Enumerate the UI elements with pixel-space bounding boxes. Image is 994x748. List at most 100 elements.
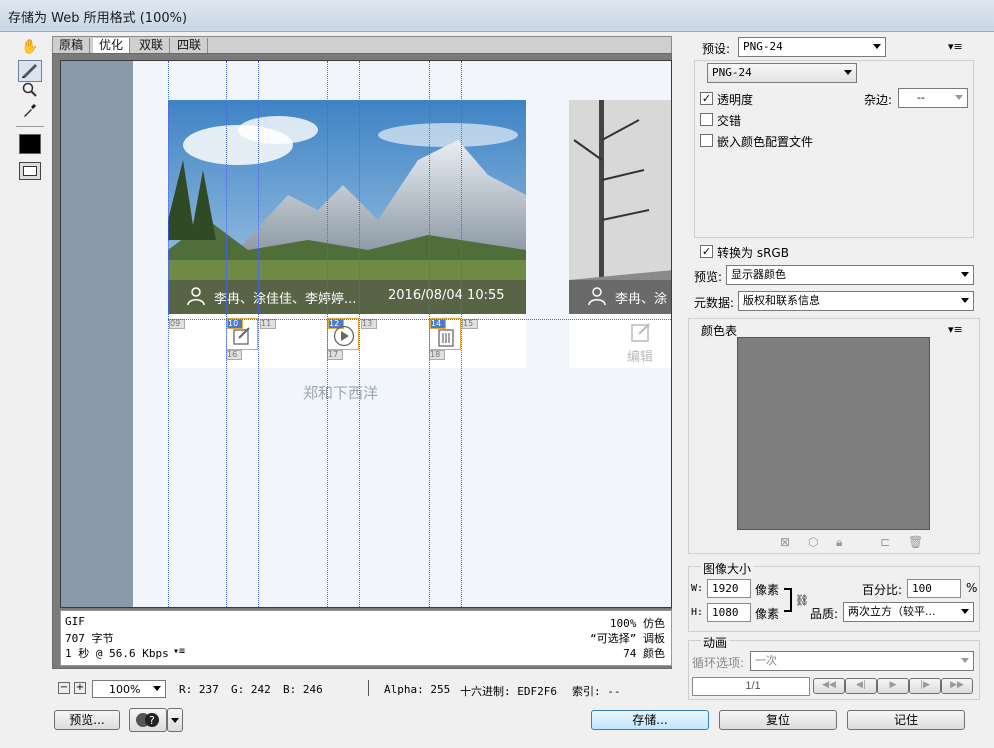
guide-line: [429, 61, 430, 607]
lock-icon[interactable]: 🔒︎: [836, 535, 842, 550]
color-table-menu-icon[interactable]: ▾≡: [948, 323, 963, 336]
metadata-select[interactable]: 版权和联系信息: [738, 291, 974, 311]
browser-menu-button[interactable]: [167, 708, 183, 732]
optimization-info: GIF 707 字节 1 秒 @ 56.6 Kbps ▾≡ 100% 仿色 “可…: [60, 610, 672, 666]
browser-preview-button[interactable]: ?: [129, 708, 167, 732]
guide-line: [359, 61, 360, 607]
embed-profile-label: 嵌入颜色配置文件: [717, 135, 814, 149]
zoom-icon[interactable]: [18, 82, 42, 104]
height-input[interactable]: 1080: [707, 603, 751, 622]
web-snap-icon[interactable]: ⊠: [780, 535, 790, 549]
guide-line: [327, 61, 328, 607]
last-frame-button[interactable]: ▶▶: [941, 678, 973, 694]
quality-select[interactable]: 两次立方（较平...: [843, 602, 974, 622]
guide-line: [461, 61, 462, 607]
view-tabs: 原稿 优化 双联 四联: [52, 36, 672, 54]
new-color-icon[interactable]: ⊏: [880, 535, 890, 549]
interlaced-label: 交错: [717, 114, 742, 128]
photo-card-2: 李冉、涂 编辑: [569, 100, 671, 368]
slice-slot-play[interactable]: 12: [327, 318, 359, 350]
tab-original[interactable]: 原稿: [53, 38, 91, 54]
info-colors: 74 颜色: [623, 647, 665, 660]
slice-badge[interactable]: 18: [429, 350, 445, 360]
frame-counter: 1/1: [692, 677, 810, 696]
slice-badge[interactable]: 15: [462, 319, 478, 329]
title-bar: 存储为 Web 所用格式 (100%): [0, 0, 994, 32]
height-label: H:: [691, 607, 704, 618]
matte-label: 杂边:: [864, 93, 893, 107]
svg-text:?: ?: [149, 714, 155, 727]
preview-canvas[interactable]: 李冉、涂佳佳、李婷婷... 2016/08/04 10:55 李冉、涂 编辑 0…: [60, 60, 672, 608]
tab-4up[interactable]: 四联: [171, 38, 209, 54]
preset-menu-icon[interactable]: ▾≡: [948, 40, 963, 53]
animation-title: 动画: [701, 634, 730, 651]
color-swatch-icon[interactable]: [19, 134, 41, 154]
preview-mode-label: 预览:: [694, 270, 723, 284]
embed-profile-checkbox[interactable]: [700, 134, 713, 147]
speed-menu-icon[interactable]: ▾≡: [173, 646, 185, 657]
loop-value: 一次: [755, 654, 777, 667]
tab-2up[interactable]: 双联: [133, 38, 171, 54]
transparency-label: 透明度: [717, 93, 754, 107]
cube-icon[interactable]: ⬡: [808, 535, 818, 549]
slice-badge[interactable]: 09: [169, 319, 185, 329]
tab-optimized[interactable]: 优化: [93, 38, 131, 54]
preview-mode-value: 显示器颜色: [731, 268, 786, 281]
width-unit: 像素: [755, 583, 780, 597]
prev-frame-button[interactable]: ◀|: [845, 678, 877, 694]
play-button[interactable]: ▶: [877, 678, 909, 694]
slice-badge[interactable]: 16: [226, 350, 242, 360]
preview-mode-select[interactable]: 显示器颜色: [726, 265, 974, 285]
quality-label: 品质:: [810, 607, 839, 621]
reset-button[interactable]: 复位: [719, 710, 837, 730]
readout-alpha: Alpha: 255: [384, 683, 451, 696]
preset-label: 预设:: [702, 42, 731, 56]
edit-icon: [233, 327, 250, 345]
slice-slot-edit[interactable]: 10: [226, 318, 258, 350]
color-table-swatch[interactable]: [737, 337, 930, 530]
toggle-slices-icon[interactable]: [19, 162, 41, 180]
guide-line: [168, 61, 169, 607]
chain-link-icon[interactable]: ⛓︎: [795, 594, 809, 607]
people-icon: [588, 287, 606, 306]
preview-button[interactable]: 预览...: [54, 710, 120, 730]
delete-color-icon[interactable]: 🗑︎: [908, 535, 923, 549]
zoom-select[interactable]: 100%: [92, 680, 166, 698]
height-unit: 像素: [755, 607, 780, 621]
zoom-out-button[interactable]: −: [58, 682, 70, 694]
slice-badge[interactable]: 11: [260, 319, 276, 329]
hand-icon[interactable]: ✋: [18, 36, 42, 58]
next-frame-button[interactable]: |▶: [909, 678, 941, 694]
zoom-in-button[interactable]: +: [74, 682, 86, 694]
preset-select[interactable]: PNG-24: [738, 37, 886, 57]
percent-input[interactable]: 100: [907, 579, 961, 598]
slice-select-icon[interactable]: [18, 60, 42, 82]
metadata-label: 元数据:: [694, 296, 735, 310]
first-frame-button[interactable]: ◀◀: [813, 678, 845, 694]
interlaced-checkbox[interactable]: [700, 113, 713, 126]
transparency-checkbox[interactable]: ✓: [700, 92, 713, 105]
info-palette: “可选择” 调板: [590, 632, 665, 645]
save-button[interactable]: 存储...: [591, 710, 709, 730]
format-value: PNG-24: [712, 66, 752, 79]
tool-divider: [16, 126, 44, 127]
info-format: GIF: [65, 615, 85, 628]
convert-srgb-checkbox[interactable]: ✓: [700, 245, 713, 258]
remember-button[interactable]: 记住: [847, 710, 965, 730]
window-title: 存储为 Web 所用格式 (100%): [8, 11, 188, 26]
matte-select[interactable]: --: [898, 88, 968, 108]
format-select[interactable]: PNG-24: [707, 63, 857, 83]
readout-g: G: 242: [231, 683, 271, 696]
loop-select[interactable]: 一次: [750, 651, 974, 671]
width-label: W:: [691, 583, 704, 594]
eyedropper-icon[interactable]: [18, 102, 42, 124]
metadata-value: 版权和联系信息: [743, 294, 820, 307]
width-input[interactable]: 1920: [707, 579, 751, 598]
percent-unit: %: [966, 581, 978, 595]
convert-srgb-label: 转换为 sRGB: [717, 246, 789, 260]
color-table-title: 颜色表: [701, 324, 738, 338]
slice-badge[interactable]: 13: [361, 319, 377, 329]
slice-badge[interactable]: 17: [327, 350, 343, 360]
slice-slot-delete[interactable]: 14: [429, 318, 461, 350]
sidebar-strip: [61, 61, 133, 607]
